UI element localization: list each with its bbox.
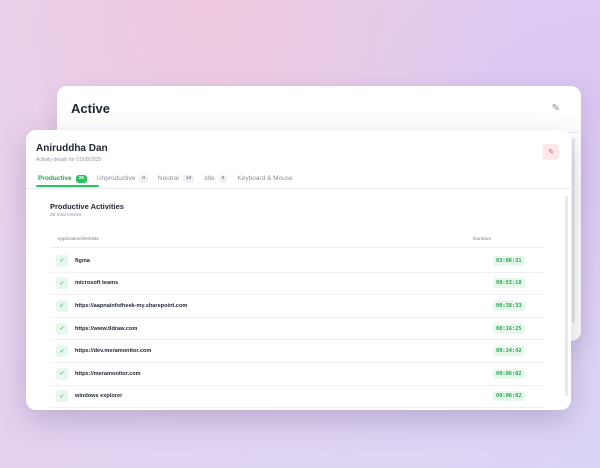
application-name: https://meramonitor.com [75,370,141,377]
check-icon: ✓ [56,299,68,312]
tab-label: Neutral [157,175,179,182]
check-icon: ✓ [56,254,68,267]
duration-badge: 00:06:02 [493,391,525,402]
tab-label: Idle [204,175,215,182]
check-icon: ✓ [56,322,68,335]
user-name: Aniruddha Dan [36,143,108,154]
duration-badge: 03:06:31 [493,255,525,266]
tab-count-badge: 2 [218,174,228,183]
scrollbar[interactable] [565,196,568,396]
activity-table: ✓ figma 03:06:31 ✓ microsoft teams 00:53… [50,250,544,409]
table-row: ✓ https://www.tldraw.com 00:16:25 [50,318,544,341]
column-header-application: Application/Website [57,237,100,242]
tab-label: Keyboard & Mouse [237,175,293,182]
check-icon: ✓ [56,367,68,380]
edit-icon[interactable]: ✎ [552,103,560,114]
table-row: ✓ windows explorer 00:06:02 [50,386,544,409]
check-icon: ✓ [56,345,68,358]
table-row: ✓ https://meramonitor.com 00:06:02 [50,363,544,386]
tab-keyboard-mouse[interactable]: Keyboard & Mouse [237,172,292,185]
close-modal-button[interactable]: ✎ [543,144,559,160]
tab-count-badge: 14 [182,174,195,183]
check-icon: ✓ [56,277,68,290]
application-name: https://www.tldraw.com [75,325,138,332]
duration-badge: 00:38:33 [493,300,525,311]
table-row: ✓ microsoft teams 00:53:18 [50,273,544,296]
tab-count-badge: 26 [75,174,87,183]
application-name: figma [75,257,90,264]
tab-label: Productive [38,175,72,182]
scrollbar[interactable] [572,138,575,323]
duration-badge: 00:16:25 [493,323,525,334]
duration-badge: 00:53:18 [493,278,525,289]
application-name: https://dev.meramonitor.com [75,348,152,355]
table-row: ✓ https://dev.meramonitor.com 00:14:42 [50,340,544,363]
user-activity-modal: Aniruddha Dan Activity details for 01/08… [26,130,571,410]
active-modal-title: Active [71,101,111,116]
tab-neutral[interactable]: Neutral 14 [157,172,195,185]
table-row: ✓ https://aapnainfotheek-my.sharepoint.c… [50,295,544,318]
application-name: windows explorer [75,393,123,400]
tab-unproductive[interactable]: Unproductive 0 [97,172,148,185]
section-title: Productive Activities [50,202,124,211]
application-name: https://aapnainfotheek-my.sharepoint.com [75,302,188,309]
table-row: ✓ figma 03:06:31 [50,250,544,273]
check-icon: ✓ [56,390,68,403]
tab-label: Unproductive [96,175,136,182]
entries-count: 26 total entries [50,213,82,218]
activity-date-subtitle: Activity details for 01/08/2025 [36,157,102,163]
divider [50,247,544,248]
duration-badge: 00:14:42 [493,346,525,357]
application-name: microsoft teams [75,280,119,287]
active-tab-indicator [36,185,99,187]
duration-badge: 00:06:02 [493,368,525,379]
tab-idle[interactable]: Idle 2 [204,172,228,185]
divider [26,188,571,189]
column-header-duration: Duration [473,237,492,242]
tab-count-badge: 0 [139,174,148,183]
tab-productive[interactable]: Productive 26 [38,172,87,185]
